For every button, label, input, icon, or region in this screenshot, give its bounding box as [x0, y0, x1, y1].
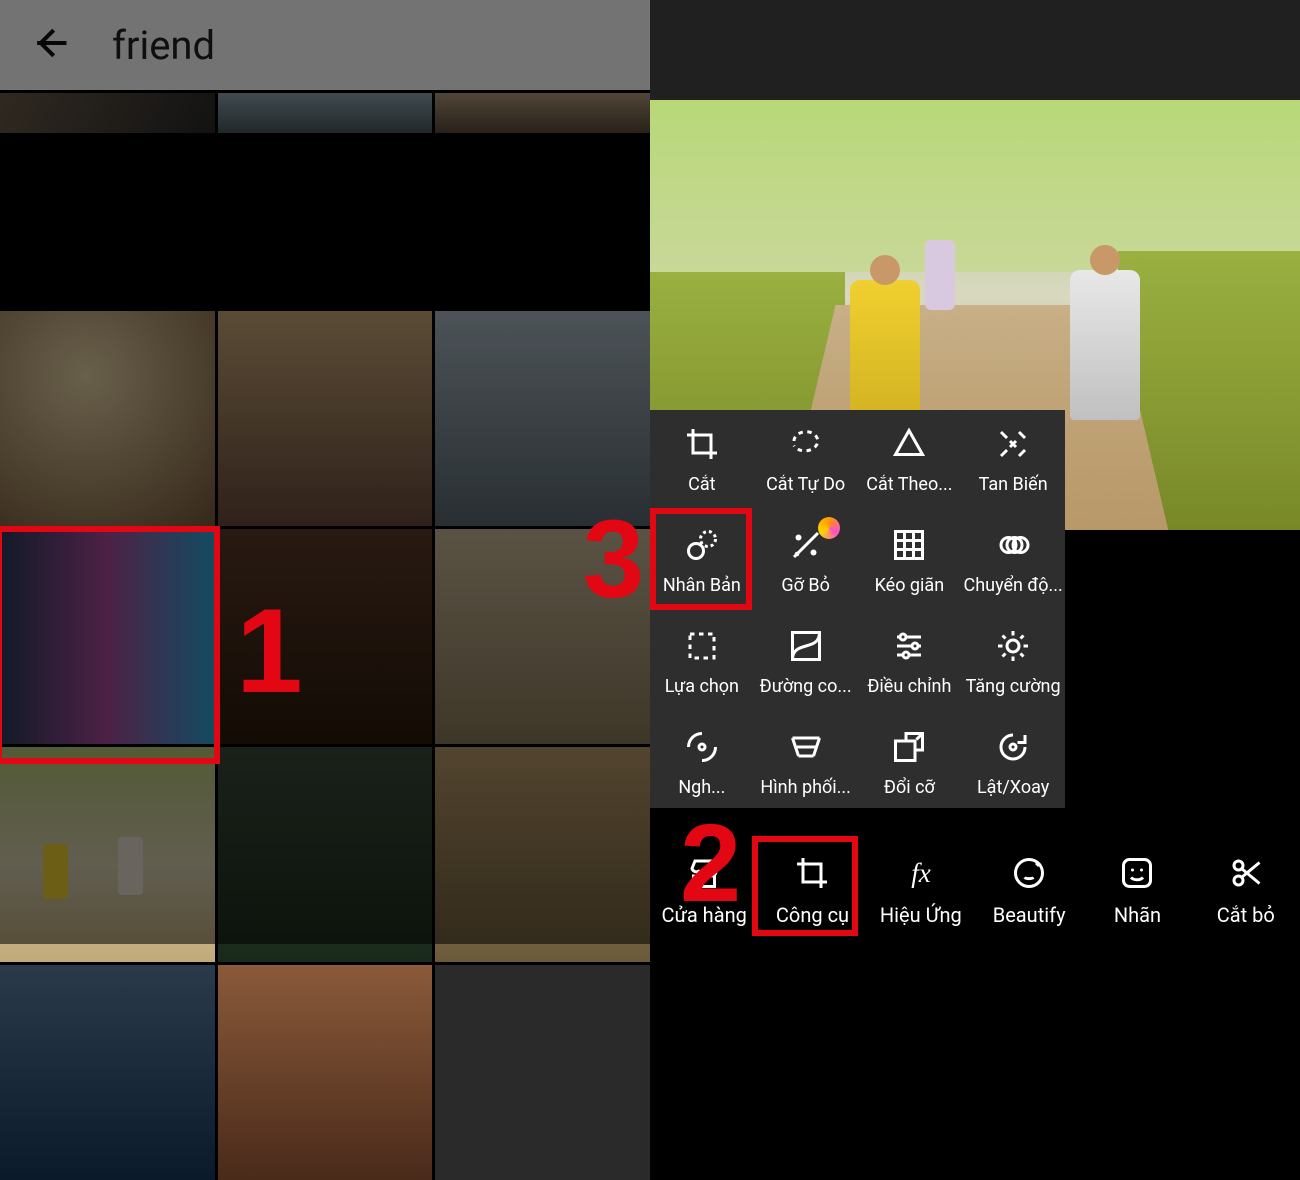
tool-flip-rotate[interactable]: Lật/Xoay: [961, 721, 1065, 804]
gallery-header: friend: [0, 0, 650, 90]
selection-icon: [682, 626, 722, 666]
tool-label: Ngh...: [678, 777, 725, 798]
tab-fx[interactable]: fx Hiệu Ứng: [867, 845, 975, 933]
editor-topbar: [650, 0, 1300, 100]
tool-curves[interactable]: Đường co...: [754, 620, 858, 703]
tab-label: Cửa hàng: [661, 903, 746, 927]
back-icon[interactable]: [28, 21, 72, 69]
crop-icon: [682, 424, 722, 464]
tool-label: Hình phối...: [760, 777, 851, 798]
tool-clone[interactable]: Nhân Bản: [650, 519, 754, 602]
thumbnail[interactable]: [218, 747, 433, 962]
tool-motion[interactable]: Chuyển độ...: [961, 519, 1065, 602]
thumbnail[interactable]: [0, 965, 215, 1180]
lasso-icon: [786, 424, 826, 464]
tilt-icon: [682, 727, 722, 767]
tab-label: Nhãn: [1114, 903, 1161, 927]
tool-perspective[interactable]: Hình phối...: [754, 721, 858, 804]
tool-label: Điều chỉnh: [867, 676, 951, 697]
tool-remove[interactable]: Gỡ Bỏ: [754, 519, 858, 602]
tab-shop[interactable]: Cửa hàng: [650, 845, 758, 933]
tool-label: Kéo giãn: [875, 575, 945, 596]
thumbnail[interactable]: [218, 965, 433, 1180]
fx-icon: fx: [899, 851, 943, 895]
adjust-icon: [889, 626, 929, 666]
thumbnail[interactable]: [0, 529, 215, 744]
cutout-icon: [1224, 851, 1268, 895]
shop-icon: [682, 851, 726, 895]
svg-text:fx: fx: [911, 858, 931, 888]
tool-selection[interactable]: Lựa chọn: [650, 620, 754, 703]
tool-label: Nhân Bản: [663, 575, 741, 596]
premium-badge-icon: [818, 517, 840, 539]
curves-icon: [786, 626, 826, 666]
tool-enhance[interactable]: Tăng cường: [961, 620, 1065, 703]
thumbnail-selected[interactable]: [0, 747, 215, 962]
thumbnail[interactable]: [0, 93, 215, 133]
tool-label: Tan Biến: [979, 474, 1048, 495]
tool-label: Lật/Xoay: [977, 777, 1049, 798]
bottom-tab-bar: Cửa hàng Công cụ fx Hiệu Ứng Beautify Nhãn Cắt…: [650, 834, 1300, 944]
thumbnail[interactable]: [218, 311, 433, 526]
tool-disperse[interactable]: Tan Biến: [961, 418, 1065, 501]
thumbnail[interactable]: [435, 965, 650, 1180]
motion-icon: [993, 525, 1033, 565]
thumbnail[interactable]: [435, 747, 650, 962]
tools-popup: Cắt Cắt Tự Do Cắt Theo... Tan Biến Nhân Bản G…: [650, 410, 1065, 808]
tool-label: Đổi cỡ: [884, 777, 935, 798]
search-query[interactable]: friend: [112, 22, 215, 69]
tool-crop[interactable]: Cắt: [650, 418, 754, 501]
tool-label: Cắt Tự Do: [766, 474, 845, 495]
gallery-pane: friend 1 3: [0, 0, 650, 944]
tool-stretch[interactable]: Kéo giãn: [858, 519, 962, 602]
thumbnail[interactable]: [0, 311, 215, 526]
tool-resize[interactable]: Đổi cỡ: [858, 721, 962, 804]
thumbnail[interactable]: [218, 93, 433, 133]
tool-shape-cut[interactable]: Cắt Theo...: [858, 418, 962, 501]
tool-lasso[interactable]: Cắt Tự Do: [754, 418, 858, 501]
tab-cutout[interactable]: Cắt bỏ: [1192, 845, 1300, 933]
tools-tab-icon: [790, 851, 834, 895]
tool-label: Đường co...: [760, 676, 852, 697]
tab-label: Hiệu Ứng: [880, 903, 962, 927]
enhance-icon: [993, 626, 1033, 666]
shape-cut-icon: [889, 424, 929, 464]
thumbnail[interactable]: [435, 529, 650, 744]
flip-rotate-icon: [993, 727, 1033, 767]
gallery-grid: [0, 90, 650, 944]
tool-tilt[interactable]: Ngh...: [650, 721, 754, 804]
disperse-icon: [993, 424, 1033, 464]
tool-label: Lựa chọn: [665, 676, 739, 697]
tool-adjust[interactable]: Điều chỉnh: [858, 620, 962, 703]
tab-sticker[interactable]: Nhãn: [1083, 845, 1191, 933]
tool-label: Chuyển độ...: [964, 575, 1063, 596]
tool-label: Tăng cường: [966, 676, 1061, 697]
perspective-icon: [786, 727, 826, 767]
editor-pane: Cắt Cắt Tự Do Cắt Theo... Tan Biến Nhân Bản G…: [650, 0, 1300, 944]
tool-label: Cắt: [688, 474, 715, 495]
tool-label: Cắt Theo...: [866, 474, 952, 495]
thumbnail[interactable]: [435, 311, 650, 526]
stretch-icon: [889, 525, 929, 565]
tool-label: Gỡ Bỏ: [781, 575, 830, 596]
clone-icon: [682, 525, 722, 565]
beautify-icon: [1007, 851, 1051, 895]
tab-label: Công cụ: [776, 903, 849, 927]
tab-label: Beautify: [993, 903, 1066, 927]
thumbnail[interactable]: [435, 93, 650, 133]
tab-tools-tab[interactable]: Công cụ: [758, 845, 866, 933]
tab-beautify[interactable]: Beautify: [975, 845, 1083, 933]
sticker-icon: [1115, 851, 1159, 895]
resize-icon: [889, 727, 929, 767]
thumbnail[interactable]: [218, 529, 433, 744]
tab-label: Cắt bỏ: [1217, 903, 1275, 927]
